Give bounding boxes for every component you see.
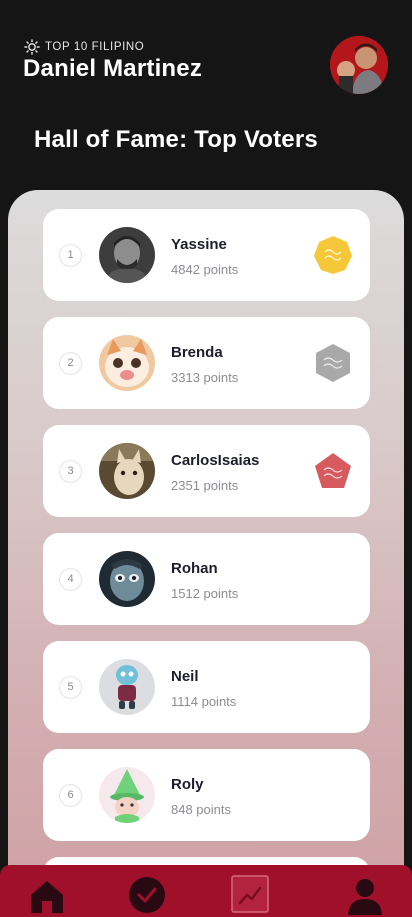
rank-tag: TOP 10 FILIPINO — [24, 39, 144, 55]
voter-name: Rohan — [171, 560, 218, 577]
voter-avatar — [99, 767, 155, 823]
rank-tag-label: TOP 10 FILIPINO — [45, 41, 145, 53]
voter-avatar — [99, 227, 155, 283]
home-icon[interactable] — [27, 875, 67, 915]
voter-name: Yassine — [171, 236, 227, 253]
rank-number: 6 — [59, 784, 82, 807]
rank-number: 5 — [59, 676, 82, 699]
bronze-badge-icon — [313, 451, 353, 491]
voter-name: CarlosIsaias — [171, 452, 260, 469]
voter-card[interactable]: 6 Roly 848 points — [43, 749, 370, 841]
voter-card[interactable]: 2 Brenda 3313 points — [43, 317, 370, 409]
voter-avatar — [99, 551, 155, 607]
user-name: Daniel Martinez — [23, 55, 203, 82]
rank-number: 4 — [59, 568, 82, 591]
bottom-nav — [0, 865, 412, 917]
voter-points: 848 points — [171, 802, 231, 817]
profile-icon[interactable] — [345, 875, 385, 915]
voter-avatar — [99, 335, 155, 391]
voter-card[interactable]: 4 Rohan 1512 points — [43, 533, 370, 625]
voter-name: Brenda — [171, 344, 223, 361]
check-circle-icon[interactable] — [127, 875, 167, 915]
voter-points: 3313 points — [171, 370, 239, 385]
voter-points: 1114 points — [171, 694, 237, 709]
rank-number: 2 — [59, 352, 82, 375]
voter-card[interactable]: 3 CarlosIsaias 2351 points — [43, 425, 370, 517]
user-avatar[interactable] — [330, 36, 388, 94]
voter-name: Neil — [171, 668, 199, 685]
rank-number: 1 — [59, 244, 82, 267]
gold-badge-icon — [313, 235, 353, 275]
sun-icon — [24, 39, 40, 55]
voter-points: 1512 points — [171, 586, 239, 601]
voter-avatar — [99, 659, 155, 715]
voter-card[interactable]: 1 Yassine 4842 points — [43, 209, 370, 301]
leaderboard: 1 Yassine 4842 points 2 Brenda 3313 poin… — [8, 190, 404, 917]
silver-badge-icon — [313, 343, 353, 383]
voter-avatar — [99, 443, 155, 499]
voter-card[interactable]: 5 Neil 1114 points — [43, 641, 370, 733]
header: TOP 10 FILIPINO Daniel Martinez Hall of … — [0, 0, 412, 190]
voter-points: 4842 points — [171, 262, 239, 277]
voter-points: 2351 points — [171, 478, 239, 493]
rank-number: 3 — [59, 460, 82, 483]
trending-icon[interactable] — [231, 875, 271, 915]
voter-name: Roly — [171, 776, 204, 793]
page-title: Hall of Fame: Top Voters — [34, 126, 318, 153]
